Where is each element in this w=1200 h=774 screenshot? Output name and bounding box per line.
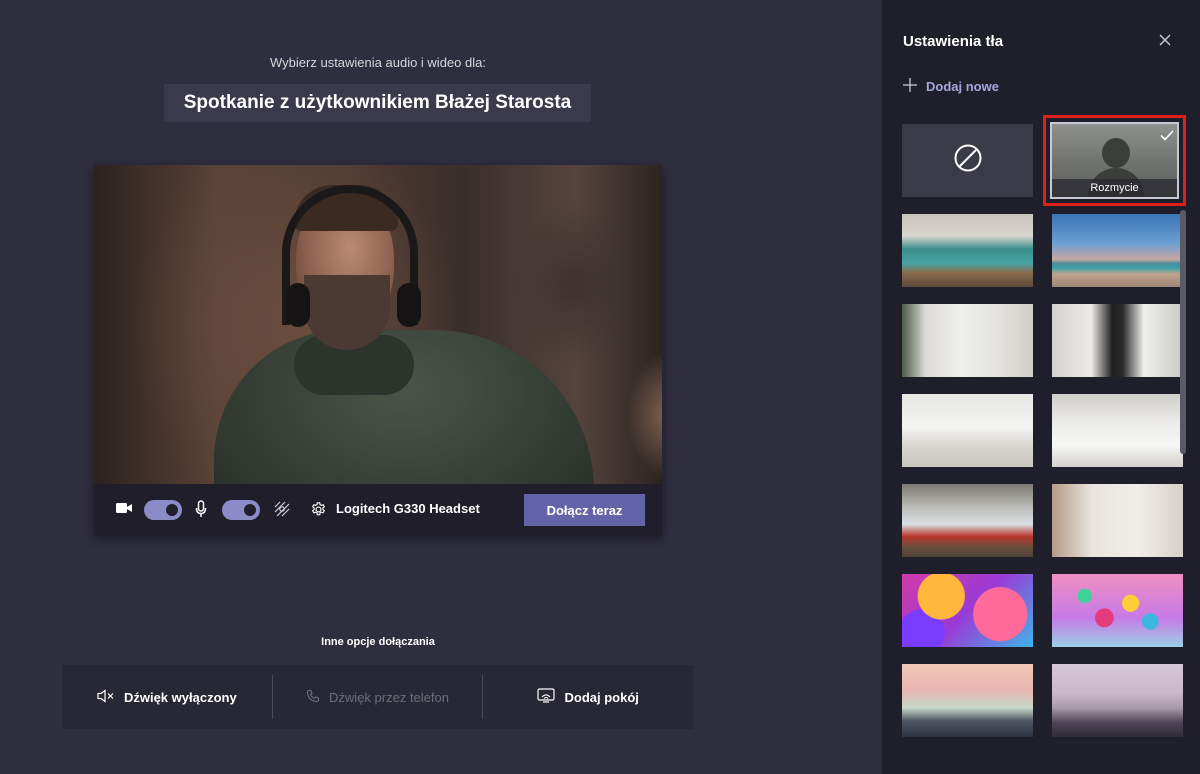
- add-new-label: Dodaj nowe: [926, 79, 999, 94]
- add-new-background-button[interactable]: Dodaj nowe: [903, 78, 999, 95]
- settings-gear-icon[interactable]: [310, 501, 327, 518]
- background-settings-panel: Ustawienia tła Dodaj nowe Rozmycie: [882, 0, 1200, 774]
- background-tile-none[interactable]: [902, 124, 1033, 197]
- avatar-head: [1102, 138, 1130, 168]
- background-tile-beach[interactable]: [1052, 214, 1183, 287]
- background-tile-illustrated-fantasy[interactable]: [1052, 664, 1183, 737]
- no-background-icon: [953, 143, 983, 178]
- background-tile-office-red-chairs[interactable]: [902, 484, 1033, 557]
- speaker-muted-icon: [97, 688, 115, 706]
- background-tile-blur[interactable]: Rozmycie: [1043, 115, 1186, 206]
- blur-label: Rozmycie: [1052, 179, 1177, 197]
- background-effects-icon[interactable]: [274, 501, 290, 517]
- panel-scrollbar[interactable]: [1180, 210, 1186, 454]
- add-room-label: Dodaj pokój: [564, 689, 639, 705]
- plus-icon: [903, 78, 917, 95]
- other-join-options-title: Inne opcje dołączania: [321, 636, 435, 648]
- background-tile-white-room-fireplace[interactable]: [1052, 304, 1183, 377]
- add-room-option[interactable]: Dodaj pokój: [483, 665, 693, 729]
- checkmark-icon: [1160, 128, 1174, 146]
- background-tile-office-teal-lockers[interactable]: [902, 214, 1033, 287]
- video-preview-card: Logitech G330 Headset Dołącz teraz: [94, 165, 662, 536]
- headset-ear-left: [286, 283, 310, 327]
- background-tile-empty-beige-room[interactable]: [1052, 484, 1183, 557]
- cast-room-icon: [537, 688, 556, 706]
- background-tile-illustrated-bridge[interactable]: [902, 664, 1033, 737]
- prejoin-screen: Wybierz ustawienia audio i wideo dla: Sp…: [0, 0, 882, 774]
- background-tile-colorful-balls-large[interactable]: [902, 574, 1033, 647]
- panel-title: Ustawienia tła: [903, 33, 1004, 50]
- camera-icon: [115, 501, 133, 515]
- microphone-toggle[interactable]: [222, 500, 260, 520]
- audio-off-label: Dźwięk wyłączony: [123, 689, 237, 705]
- background-tile-colorful-balls-small[interactable]: [1052, 574, 1183, 647]
- background-tile-bright-loft[interactable]: [902, 394, 1033, 467]
- phone-icon: [306, 689, 320, 706]
- background-tile-white-studio[interactable]: [1052, 394, 1183, 467]
- join-now-button[interactable]: Dołącz teraz: [524, 494, 645, 526]
- microphone-icon: [195, 500, 207, 518]
- other-join-options-bar: Dźwięk wyłączony Dźwięk przez telefon Do…: [62, 665, 693, 729]
- camera-toggle[interactable]: [144, 500, 182, 520]
- audio-off-option[interactable]: Dźwięk wyłączony: [62, 665, 272, 729]
- phone-audio-label: Dźwięk przez telefon: [329, 689, 449, 705]
- camera-preview: [94, 165, 662, 484]
- phone-audio-option[interactable]: Dźwięk przez telefon: [273, 665, 483, 729]
- audio-device-label[interactable]: Logitech G330 Headset: [336, 501, 480, 516]
- close-icon[interactable]: [1156, 31, 1174, 49]
- meeting-title: Spotkanie z użytkownikiem Błażej Starost…: [164, 84, 591, 122]
- headset-ear-right: [397, 283, 421, 327]
- device-controls-bar: Logitech G330 Headset Dołącz teraz: [94, 484, 662, 536]
- background-tile-white-room-window[interactable]: [902, 304, 1033, 377]
- prejoin-subtitle: Wybierz ustawienia audio i wideo dla:: [270, 55, 486, 70]
